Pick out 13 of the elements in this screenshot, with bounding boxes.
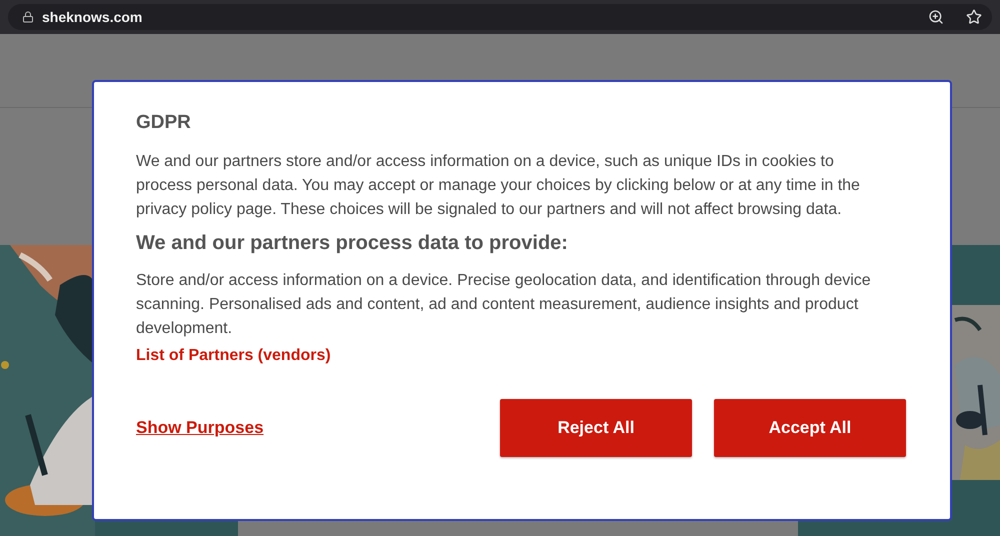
purposes-paragraph: Store and/or access information on a device. Precise geolocation data, and identification through device scanning. Personalised ads and content, ad and content measurement, audience insights and product development.	[136, 271, 872, 339]
lock-icon	[22, 10, 34, 23]
section-heading: We and our partners process data to provide:	[136, 232, 569, 255]
accept-all-button[interactable]: Accept All	[714, 399, 906, 457]
intro-paragraph: We and our partners store and/or access information on a device, such as unique IDs in cookies to process personal data. You may accept or manage your choices by clicking below or at any time in the privacy policy page. These choices will be signaled to our partners and will not affect browsing data.	[136, 152, 861, 220]
dialog-title: GDPR	[136, 112, 192, 134]
zoom-icon[interactable]	[928, 8, 944, 25]
bookmark-star-icon[interactable]	[966, 8, 982, 25]
show-purposes-link[interactable]: Show Purposes	[136, 418, 478, 438]
url-text: sheknows.com	[42, 8, 144, 25]
partners-link[interactable]: List of Partners (vendors)	[136, 347, 331, 365]
address-bar[interactable]: sheknows.com	[8, 4, 992, 30]
reject-all-button[interactable]: Reject All	[500, 399, 692, 457]
